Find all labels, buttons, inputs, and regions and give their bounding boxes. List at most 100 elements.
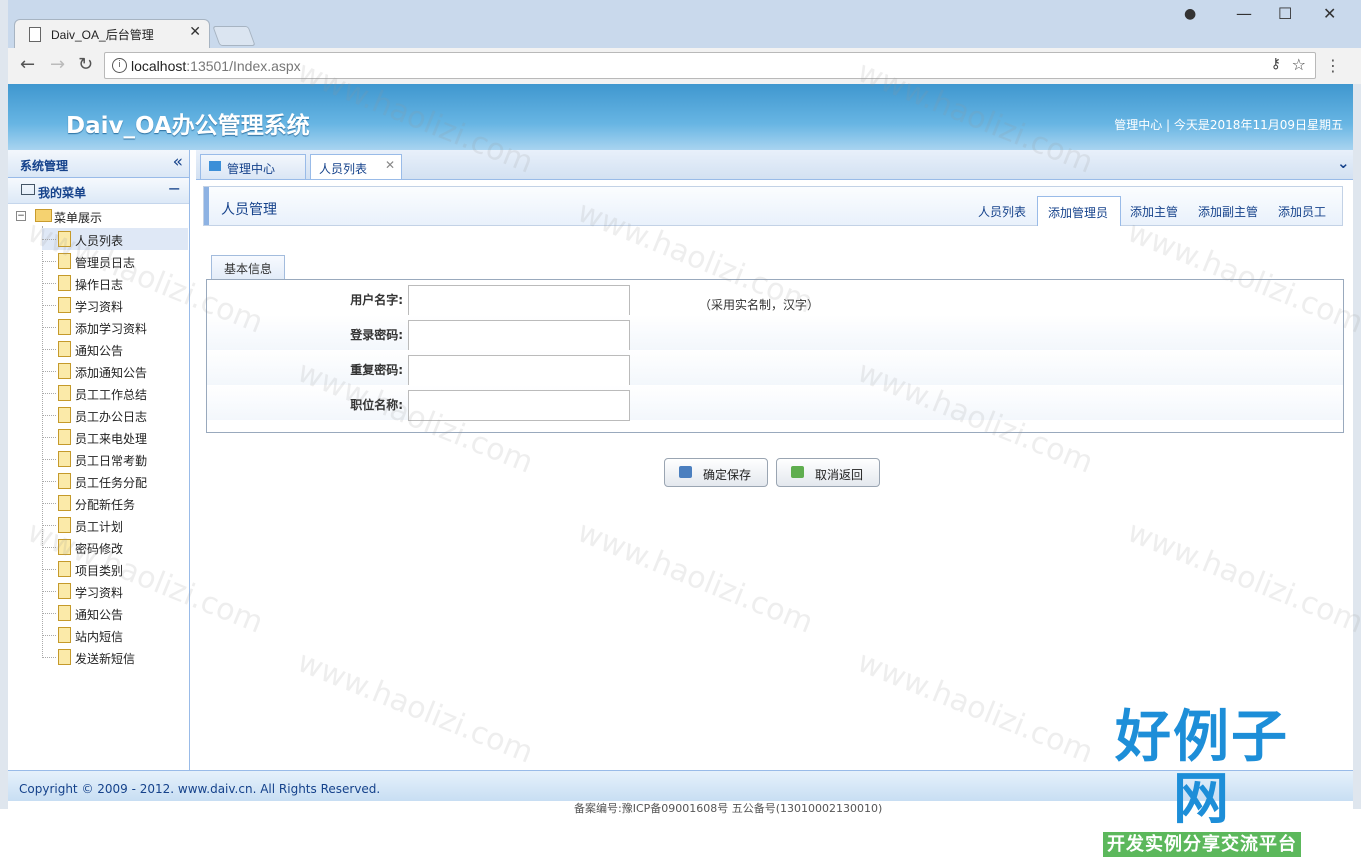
sidebar-item-label: 管理员日志 <box>75 256 136 270</box>
tab-user-list[interactable]: 人员列表 ✕ <box>310 154 402 179</box>
minimize-icon[interactable]: — <box>1236 4 1252 23</box>
sidebar-item[interactable]: 员工工作总结 <box>42 382 188 404</box>
field-label: 职位名称: <box>350 398 403 412</box>
window-border-right <box>1353 84 1361 809</box>
sidebar-item-label: 员工来电处理 <box>75 432 148 446</box>
sidebar-item[interactable]: 管理员日志 <box>42 250 188 272</box>
close-tab-icon[interactable]: ✕ <box>189 24 201 40</box>
tab-admin-center[interactable]: 管理中心 <box>200 154 306 179</box>
star-icon[interactable]: ☆ <box>1292 55 1306 74</box>
sidebar-item[interactable]: 分配新任务 <box>42 492 188 514</box>
back-icon[interactable]: ← <box>20 54 35 75</box>
sidebar-item[interactable]: 通知公告 <box>42 338 188 360</box>
tab-basic-info[interactable]: 基本信息 <box>211 255 285 279</box>
close-tab-icon[interactable]: ✕ <box>385 158 395 172</box>
sidebar-title: 系统管理 <box>20 159 69 173</box>
sidebar-item-label: 密码修改 <box>75 542 124 556</box>
menu-section-header[interactable]: 我的菜单 − <box>8 178 189 204</box>
subtab-label: 添加副主管 <box>1198 205 1259 219</box>
sidebar-item[interactable]: 员工日常考勤 <box>42 448 188 470</box>
sidebar-item[interactable]: 项目类别 <box>42 558 188 580</box>
sidebar-item-label: 操作日志 <box>75 278 124 292</box>
page-icon <box>58 473 71 489</box>
subtab-add-admin[interactable]: 添加管理员 <box>1037 196 1121 226</box>
profile-icon[interactable]: ● <box>1184 6 1196 22</box>
page-icon <box>58 539 71 555</box>
sidebar-item[interactable]: 通知公告 <box>42 602 188 624</box>
field-label: 重复密码: <box>350 363 403 377</box>
sidebar-item-label: 通知公告 <box>75 608 124 622</box>
sidebar-item-label: 添加学习资料 <box>75 322 148 336</box>
position-input[interactable] <box>408 390 630 421</box>
sidebar-item-label: 项目类别 <box>75 564 124 578</box>
watermark: www.haolizi.com <box>572 514 818 641</box>
sidebar-header: 系统管理 « <box>8 150 189 178</box>
page-icon <box>58 495 71 511</box>
window-close-icon[interactable]: ✕ <box>1323 4 1336 23</box>
app-header: Daiv_OA办公管理系统 管理中心 | 今天是2018年11月09日星期五 <box>8 84 1353 150</box>
sidebar-item[interactable]: 员工任务分配 <box>42 470 188 492</box>
cancel-button[interactable]: 取消返回 <box>776 458 880 487</box>
subtab-user-list[interactable]: 人员列表 <box>972 196 1032 226</box>
collapse-icon[interactable]: « <box>173 152 183 172</box>
sidebar-item[interactable]: 学习资料 <box>42 580 188 602</box>
reload-icon[interactable]: ↻ <box>78 54 93 75</box>
form-row: 用户名字: （采用实名制，汉字） <box>207 280 1343 316</box>
app-logo: Daiv_OA办公管理系统 <box>66 113 310 139</box>
password-input[interactable] <box>408 320 630 351</box>
username-input[interactable] <box>408 285 630 316</box>
minus-icon[interactable]: − <box>168 179 181 198</box>
repeat-password-input[interactable] <box>408 355 630 386</box>
browser-tab[interactable]: Daiv_OA_后台管理 ✕ <box>14 19 210 48</box>
sidebar-item-label: 学习资料 <box>75 300 124 314</box>
url-host: localhost <box>131 58 187 74</box>
sidebar-item[interactable]: 员工办公日志 <box>42 404 188 426</box>
sidebar-item[interactable]: 发送新短信 <box>42 646 188 668</box>
info-icon[interactable]: i <box>112 58 127 73</box>
menu-title: 我的菜单 <box>38 186 87 200</box>
tree-toggle-icon[interactable]: − <box>16 211 26 221</box>
page-icon <box>58 363 71 379</box>
maximize-icon[interactable]: ☐ <box>1278 4 1292 23</box>
chevron-down-icon[interactable]: ⌄ <box>1337 154 1350 172</box>
window-border <box>0 0 8 809</box>
sidebar-item[interactable]: 学习资料 <box>42 294 188 316</box>
panel-header: 人员管理 人员列表 添加管理员 添加主管 添加副主管 添加员工 <box>203 186 1343 226</box>
field-label: 登录密码: <box>350 328 403 342</box>
sidebar-item[interactable]: 人员列表 <box>42 228 188 250</box>
sidebar-item[interactable]: 添加通知公告 <box>42 360 188 382</box>
page-icon <box>58 407 71 423</box>
tab-label: 人员列表 <box>319 162 368 176</box>
page-icon <box>58 253 71 269</box>
subtab-add-employee[interactable]: 添加员工 <box>1272 196 1336 226</box>
page-icon <box>58 297 71 313</box>
forward-icon[interactable]: → <box>50 54 65 75</box>
save-button[interactable]: 确定保存 <box>664 458 768 487</box>
home-icon <box>209 161 221 171</box>
sidebar-item[interactable]: 员工计划 <box>42 514 188 536</box>
sidebar-item[interactable]: 员工来电处理 <box>42 426 188 448</box>
subtab-add-supervisor[interactable]: 添加主管 <box>1124 196 1188 226</box>
sidebar-item-label: 员工任务分配 <box>75 476 148 490</box>
page-icon <box>58 385 71 401</box>
sidebar-item-label: 学习资料 <box>75 586 124 600</box>
page-icon <box>58 561 71 577</box>
tab-label: 管理中心 <box>227 162 276 176</box>
address-bar[interactable]: i localhost:13501/Index.aspx ⚷ ☆ <box>104 52 1316 79</box>
key-icon[interactable]: ⚷ <box>1271 56 1281 72</box>
sidebar-item[interactable]: 操作日志 <box>42 272 188 294</box>
field-label: 用户名字: <box>350 293 403 307</box>
sidebar-item[interactable]: 添加学习资料 <box>42 316 188 338</box>
sidebar-item-label: 员工日常考勤 <box>75 454 148 468</box>
menu-dots-icon[interactable]: ⋮ <box>1325 56 1341 75</box>
sidebar-item[interactable]: 站内短信 <box>42 624 188 646</box>
sidebar-item-label: 通知公告 <box>75 344 124 358</box>
return-icon <box>791 466 804 478</box>
new-tab-button[interactable] <box>212 26 256 46</box>
page-icon <box>58 605 71 621</box>
brand-subtitle: 开发实例分享交流平台 <box>1103 832 1301 857</box>
page-icon <box>58 451 71 467</box>
sidebar-item[interactable]: 密码修改 <box>42 536 188 558</box>
copyright: Copyright © 2009 - 2012. www.daiv.cn. Al… <box>19 782 381 796</box>
subtab-add-deputy[interactable]: 添加副主管 <box>1192 196 1268 226</box>
